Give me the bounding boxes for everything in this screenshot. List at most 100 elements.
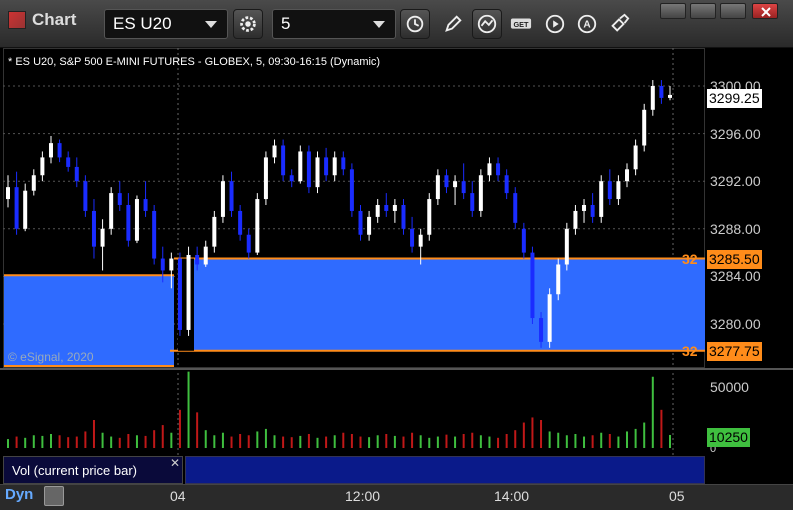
candle-body xyxy=(341,157,346,170)
zone-bottom-tag: 3277.75 xyxy=(707,342,762,361)
candle-body xyxy=(298,151,303,182)
candle-body xyxy=(6,187,10,200)
zone-top-tag: 3285.50 xyxy=(707,250,762,269)
candle-body xyxy=(539,318,544,342)
candle-body xyxy=(263,157,268,200)
candle-body xyxy=(444,175,449,188)
candle-body xyxy=(556,264,561,295)
candle-body xyxy=(74,166,79,182)
candle-body xyxy=(31,175,36,191)
candle-body xyxy=(315,157,320,188)
panel-separator[interactable] xyxy=(0,368,793,370)
candle-body xyxy=(358,210,363,235)
candle-body xyxy=(126,205,131,241)
candle-body xyxy=(238,210,243,235)
candle-body xyxy=(625,169,630,182)
candle-body xyxy=(57,143,62,158)
time-tick: 12:00 xyxy=(345,488,381,504)
candle-body xyxy=(91,210,96,247)
candle-body xyxy=(220,181,225,217)
candle-body xyxy=(384,205,389,211)
candle-body xyxy=(435,175,440,200)
candle-body xyxy=(160,258,165,271)
price-tick: 3280.00 xyxy=(710,316,761,332)
candle-body xyxy=(332,157,337,176)
candle-body xyxy=(392,205,397,211)
candle-body xyxy=(203,246,208,265)
candle-body xyxy=(349,169,354,211)
price-tick: 3296.00 xyxy=(710,125,761,142)
candle-body xyxy=(607,181,612,200)
dynamic-mode-label[interactable]: Dyn xyxy=(5,486,33,503)
candle-body xyxy=(255,199,260,253)
candle-body xyxy=(48,143,53,158)
candle-body xyxy=(169,258,174,271)
candle-body xyxy=(461,181,466,194)
time-tick: 05 xyxy=(669,488,685,504)
candle-body xyxy=(195,254,200,265)
candle-body xyxy=(367,216,372,235)
candle-body xyxy=(410,228,415,247)
candle-body xyxy=(229,181,234,211)
candle-body xyxy=(143,199,148,211)
candle-body xyxy=(530,252,535,319)
candle-body xyxy=(324,157,329,176)
candle-body xyxy=(418,234,423,247)
candle-body xyxy=(487,163,492,176)
candle-body xyxy=(66,157,71,167)
candle-body xyxy=(23,190,28,229)
candle-body xyxy=(478,175,483,211)
price-tick: 3292.00 xyxy=(710,173,761,190)
candle-body xyxy=(152,210,157,259)
candle-body xyxy=(272,145,277,158)
candle-body xyxy=(246,234,251,253)
time-tick: 04 xyxy=(170,488,186,504)
candle-body xyxy=(281,145,286,176)
candle-body xyxy=(573,210,578,229)
zone-top-prefix: 32 xyxy=(682,251,698,267)
candle-body xyxy=(306,151,311,188)
candle-body xyxy=(590,205,595,217)
candle-body xyxy=(659,86,664,98)
support-zone xyxy=(178,258,705,351)
candle-body xyxy=(83,181,88,211)
candle-body xyxy=(521,228,526,253)
candle-body xyxy=(470,193,475,211)
volume-tick-50000: 50000 xyxy=(710,379,749,395)
lock-icon[interactable] xyxy=(44,486,64,506)
candle-body xyxy=(633,145,638,170)
candle-body xyxy=(496,163,501,176)
candle-body xyxy=(668,94,672,98)
candle-body xyxy=(375,205,380,217)
candle-body xyxy=(134,199,139,241)
volume-study-bar xyxy=(185,456,705,484)
candle-body xyxy=(14,187,19,229)
chart-title: * ES U20, S&P 500 E-MINI FUTURES - GLOBE… xyxy=(8,56,381,68)
price-tick: 3284.00 xyxy=(710,268,761,285)
candle-body xyxy=(547,294,552,342)
price-tick: 3288.00 xyxy=(710,220,761,237)
candle-body xyxy=(650,86,655,110)
candle-body xyxy=(599,181,604,217)
candle-body xyxy=(427,199,432,235)
time-tick: 14:00 xyxy=(494,488,530,504)
candle-body xyxy=(117,193,122,205)
last-price-tag: 3299.25 xyxy=(707,89,762,108)
candle-body xyxy=(582,205,587,211)
zone-bottom-prefix: 32 xyxy=(682,343,698,359)
candle-body xyxy=(186,254,191,330)
candle-body xyxy=(177,258,182,330)
copyright-watermark: © eSignal, 2020 xyxy=(8,350,94,364)
candle-body xyxy=(616,181,621,200)
candle-body xyxy=(100,228,105,247)
candle-body xyxy=(564,228,569,265)
close-study-icon[interactable]: ✕ xyxy=(170,456,180,470)
volume-study-label[interactable]: Vol (current price bar) xyxy=(3,456,183,484)
candle-body xyxy=(40,157,45,176)
chart-canvas[interactable] xyxy=(0,0,793,510)
candle-body xyxy=(453,181,458,188)
candle-body xyxy=(513,193,518,223)
last-volume-tag: 10250 xyxy=(707,428,750,447)
candle-body xyxy=(642,109,647,146)
candle-body xyxy=(401,205,406,229)
